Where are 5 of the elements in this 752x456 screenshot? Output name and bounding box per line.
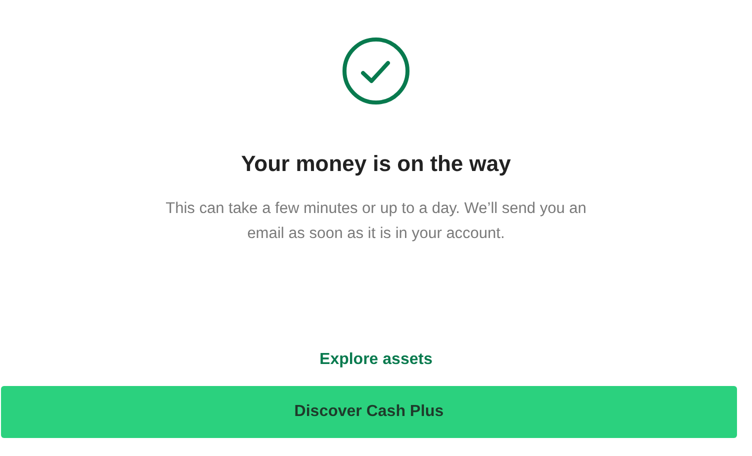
confirmation-message: This can take a few minutes or up to a day. We’ll send you an email as soon as it is in your account. — [164, 199, 588, 244]
checkmark-circle-icon — [342, 37, 410, 105]
explore-assets-link[interactable]: Explore assets — [320, 350, 432, 370]
confirmation-title: Your money is on the way — [241, 150, 511, 178]
discover-button[interactable]: Discover Cash Plus — [1, 386, 737, 438]
